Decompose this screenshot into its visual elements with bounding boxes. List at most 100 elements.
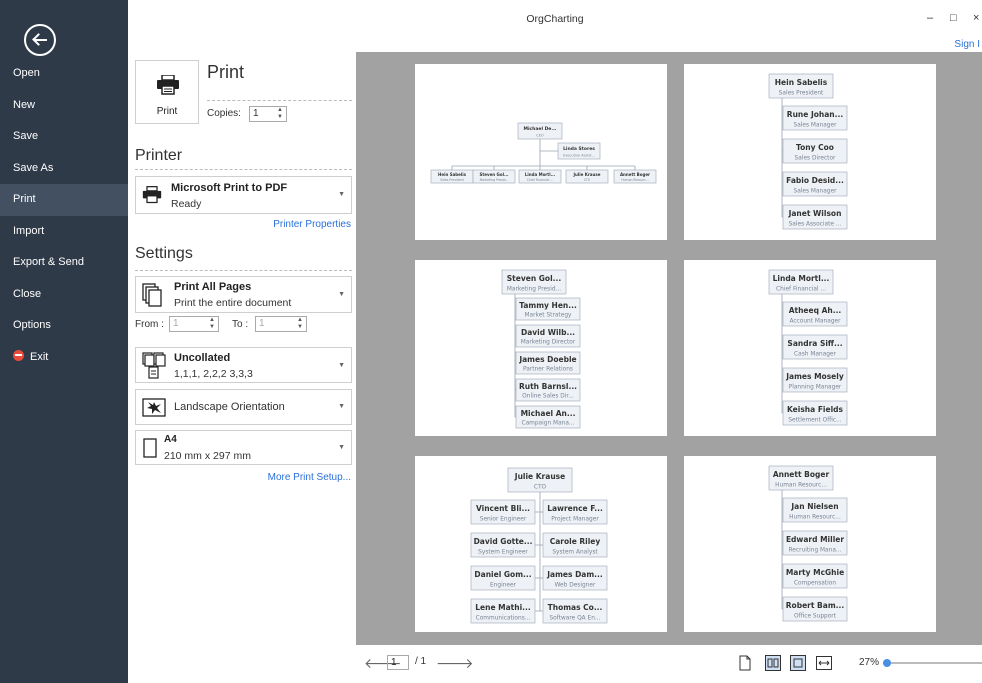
org-node-title: Sales Manager [793, 188, 837, 194]
sidebar-item-save[interactable]: Save [0, 121, 128, 153]
org-node-name: Julie Krause [514, 472, 565, 481]
org-node-name: Thomas Co... [548, 603, 603, 612]
org-node-title: Sales Manager [793, 122, 837, 128]
multi-page-view-icon[interactable] [765, 655, 781, 671]
org-node-name: Julie Krause [573, 172, 601, 177]
sidebar-item-label: Exit [30, 350, 49, 363]
paper-size-select[interactable]: A4 210 mm x 297 mm ▼ [135, 430, 352, 465]
printer-select[interactable]: Microsoft Print to PDF Ready ▼ [135, 176, 352, 214]
page-total: / 1 [415, 656, 427, 667]
org-node: Lene Mathi... Communications... [470, 598, 536, 624]
printer-icon [142, 186, 162, 204]
org-node-title: Compensation [794, 580, 836, 586]
spin-arrows-icon[interactable]: ▲ ▼ [297, 317, 303, 331]
copies-label: Copies: [207, 108, 241, 119]
org-node-title: Sales Director [795, 155, 836, 161]
collation-title: Uncollated [174, 352, 231, 364]
sidebar-item-label: Close [13, 287, 42, 300]
org-node: Tony Coo Sales Director [782, 138, 848, 164]
org-node-title: CTO [534, 484, 547, 490]
orientation-select[interactable]: Landscape Orientation ▼ [135, 389, 352, 425]
print-button[interactable]: Print [135, 60, 199, 124]
org-node-title: Human Resourc... [621, 178, 649, 182]
single-page-view-icon[interactable] [737, 655, 753, 671]
org-node-title: Market Strategy [525, 313, 573, 319]
printer-properties-link[interactable]: Printer Properties [273, 219, 351, 230]
org-node-name: Lene Mathi... [475, 603, 531, 612]
copies-value: 1 [253, 108, 259, 119]
org-node: Tammy Hen... Market Strategy [515, 297, 581, 321]
org-node-title: Human Resourc... [789, 514, 841, 520]
maximize-button[interactable]: □ [950, 12, 957, 24]
orientation-label: Landscape Orientation [174, 401, 285, 413]
org-node-title: Chief Financial ... [776, 286, 826, 292]
org-node-name: Jan Nielsen [790, 502, 838, 511]
sidebar-item-label: Save [13, 130, 39, 142]
sidebar-item-options[interactable]: Options [0, 310, 128, 342]
org-node-title: Online Sales Dir... [522, 394, 574, 400]
sidebar-item-export-send[interactable]: Export & Send [0, 247, 128, 279]
from-input[interactable]: 1 ▲ ▼ [169, 316, 219, 332]
org-node: Edward Miller Recruiting Mana... [782, 530, 848, 556]
org-node: Linda Stores Executive Assist... [557, 142, 601, 160]
org-node: James Doeble Partner Relations [515, 351, 581, 375]
fit-width-icon[interactable] [816, 655, 832, 671]
zoom-slider[interactable] [882, 659, 982, 667]
next-page-arrow-icon[interactable]: 🡒 [436, 655, 474, 672]
to-label: To : [232, 319, 249, 330]
org-node: Michael De... CEO [517, 122, 563, 140]
more-print-setup-link[interactable]: More Print Setup... [268, 472, 351, 483]
close-button[interactable]: × [973, 12, 979, 24]
org-node: Janet Wilson Sales Associate ... [782, 204, 848, 230]
org-node-title: Software QA En... [549, 615, 600, 621]
sidebar-item-new[interactable]: New [0, 90, 128, 122]
org-node-title: Marketing Director [521, 340, 576, 346]
org-node-name: Tony Coo [796, 143, 834, 152]
org-node-name: Atheeq Ah... [789, 306, 842, 315]
preview-page: Atheeq Ah... Account Manager Sandra Siff..… [684, 260, 936, 436]
sidebar-item-import[interactable]: Import [0, 216, 128, 248]
org-node-title: System Engineer [478, 549, 528, 555]
org-node-title: Planning Manager [789, 384, 842, 390]
org-node-name: Edward Miller [786, 535, 844, 544]
print-range-select[interactable]: Print All Pages Print the entire documen… [135, 276, 352, 313]
window-title: OrgCharting [526, 13, 584, 25]
from-value: 1 [173, 318, 179, 329]
pages-icon [142, 283, 162, 307]
org-node-title: Marketing Presid... [480, 178, 509, 182]
org-node-name: Tammy Hen... [519, 301, 577, 310]
sidebar-item-label: Import [13, 224, 45, 237]
org-node-title: Cash Manager [794, 351, 836, 357]
collation-select[interactable]: Uncollated 1,1,1, 2,2,2 3,3,3 ▼ [135, 347, 352, 383]
chevron-down-icon: ▼ [338, 191, 345, 198]
org-node-title: CTO [584, 178, 591, 182]
spin-arrows-icon[interactable]: ▲ ▼ [209, 317, 215, 331]
fit-page-icon[interactable] [790, 655, 806, 671]
to-value: 1 [259, 318, 265, 329]
org-node: Steven Gol... Marketing Presid... [501, 269, 567, 295]
minimize-button[interactable]: – [927, 12, 933, 24]
sidebar-item-open[interactable]: Open [0, 58, 128, 90]
org-node: David Wilb... Marketing Director [515, 324, 581, 348]
printer-name: Microsoft Print to PDF [171, 182, 288, 194]
sidebar-item-print[interactable]: Print [0, 184, 128, 216]
sidebar-item-save-as[interactable]: Save As [0, 153, 128, 185]
page-number-input[interactable]: 1 [387, 655, 409, 670]
org-node-name: Ruth Barnsl... [519, 382, 577, 391]
org-node-name: David Wilb... [521, 328, 575, 337]
org-node: Thomas Co... Software QA En... [542, 598, 608, 624]
org-node: Hein Sabelis Sales President [768, 73, 834, 99]
page-number-value: 1 [391, 657, 397, 668]
sign-in-link[interactable]: Sign I [954, 39, 980, 50]
org-node-name: Janet Wilson [788, 209, 842, 218]
copies-input[interactable]: 1 ▲ ▼ [249, 106, 287, 122]
to-input[interactable]: 1 ▲ ▼ [255, 316, 307, 332]
spin-arrows-icon[interactable]: ▲ ▼ [277, 107, 283, 121]
sidebar-item-exit[interactable]: Exit [0, 342, 128, 374]
chevron-down-icon: ▼ [338, 362, 345, 369]
sidebar-item-close[interactable]: Close [0, 279, 128, 311]
back-arrow-icon[interactable] [24, 24, 56, 56]
zoom-thumb[interactable] [882, 659, 891, 667]
sidebar-item-label: Options [13, 319, 51, 331]
org-node: David Gotte... System Engineer [470, 532, 536, 558]
